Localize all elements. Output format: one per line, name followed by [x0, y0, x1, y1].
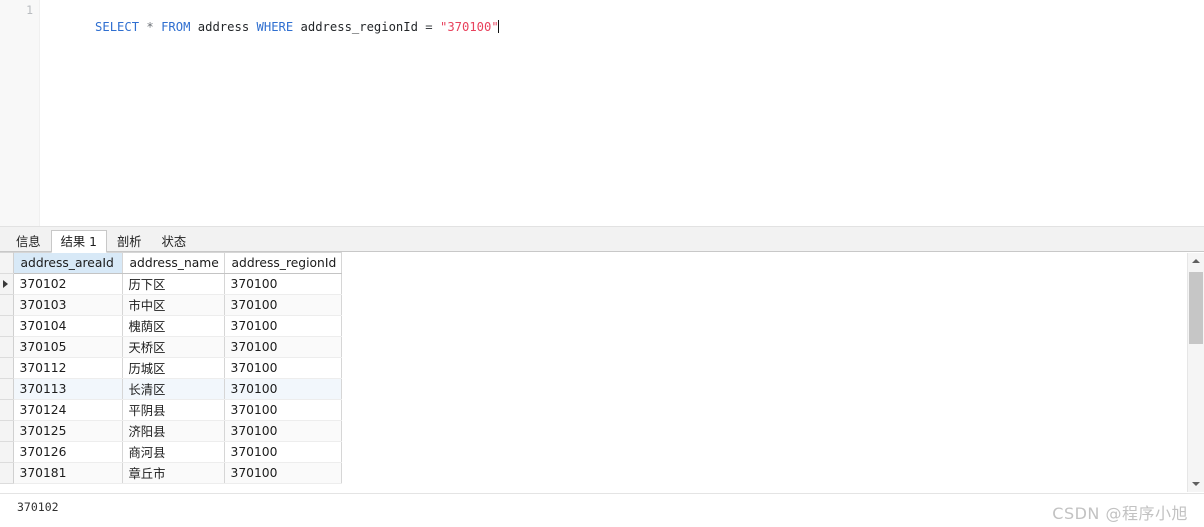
cell-r8-c0[interactable]: 370126	[13, 441, 123, 463]
tab-1-active[interactable]: 结果 1	[50, 230, 107, 253]
sql-code-area[interactable]: SELECT * FROM address WHERE address_regi…	[40, 0, 1204, 226]
cell-r1-c1[interactable]: 市中区	[122, 294, 225, 316]
watermark: CSDN @程序小旭	[1052, 504, 1188, 523]
cell-r8-c1[interactable]: 商河县	[122, 441, 225, 463]
column-header-0[interactable]: address_areaId	[13, 252, 123, 274]
column-header-1[interactable]: address_name	[122, 252, 225, 274]
row-marker-current-icon[interactable]	[0, 273, 14, 295]
cell-r8-c2[interactable]: 370100	[224, 441, 342, 463]
table-row[interactable]: 370126 商河县 370100	[0, 441, 342, 463]
table-row[interactable]: 370104 槐荫区 370100	[0, 315, 342, 337]
sql-editor-pane[interactable]: 1 SELECT * FROM address WHERE address_re…	[0, 0, 1204, 226]
result-tab-bar: 信息 结果 1 剖析 状态	[0, 227, 1204, 253]
cell-r4-c0[interactable]: 370112	[13, 357, 123, 379]
table-row[interactable]: 370181 章丘市 370100	[0, 462, 342, 484]
scrollbar-thumb[interactable]	[1189, 272, 1203, 344]
grid-corner-cell	[0, 252, 14, 274]
cell-r9-c2[interactable]: 370100	[224, 462, 342, 484]
row-marker[interactable]	[0, 378, 14, 400]
cell-r0-c0[interactable]: 370102	[13, 273, 123, 295]
sql-token-keyword-4: FROM	[161, 20, 191, 34]
text-caret	[497, 20, 499, 33]
cell-r6-c2[interactable]: 370100	[224, 399, 342, 421]
cell-r9-c0[interactable]: 370181	[13, 462, 123, 484]
sql-token-identifier-10: address_regionId	[300, 20, 418, 34]
table-row[interactable]: 370124 平阴县 370100	[0, 399, 342, 421]
table-row[interactable]: 370103 市中区 370100	[0, 294, 342, 316]
sql-token-star-2: *	[146, 20, 154, 34]
cell-r5-c0[interactable]: 370113	[13, 378, 123, 400]
cell-r2-c2[interactable]: 370100	[224, 315, 342, 337]
cell-r4-c1[interactable]: 历城区	[122, 357, 225, 379]
sql-token-plain-5	[190, 20, 197, 34]
cell-r6-c1[interactable]: 平阴县	[122, 399, 225, 421]
cell-r3-c2[interactable]: 370100	[224, 336, 342, 358]
sql-token-plain-3	[154, 20, 161, 34]
status-bar: 370102 CSDN @程序小旭	[0, 494, 1204, 527]
cell-r5-c2[interactable]: 370100	[224, 378, 342, 400]
cell-r1-c0[interactable]: 370103	[13, 294, 123, 316]
row-marker[interactable]	[0, 294, 14, 316]
result-tab-strip: 信息 结果 1 剖析 状态	[6, 229, 197, 253]
row-marker[interactable]	[0, 420, 14, 442]
row-marker[interactable]	[0, 336, 14, 358]
cell-r0-c2[interactable]: 370100	[224, 273, 342, 295]
sql-token-identifier-6: address	[197, 20, 250, 34]
chevron-down-icon	[1192, 482, 1200, 486]
sql-token-plain-9	[293, 20, 300, 34]
cell-r7-c0[interactable]: 370125	[13, 420, 123, 442]
chevron-up-icon	[1192, 259, 1200, 263]
cell-r7-c2[interactable]: 370100	[224, 420, 342, 442]
cell-r0-c1[interactable]: 历下区	[122, 273, 225, 295]
table-row[interactable]: 370105 天桥区 370100	[0, 336, 342, 358]
cell-r7-c1[interactable]: 济阳县	[122, 420, 225, 442]
sql-statement-line: SELECT * FROM address WHERE address_regi…	[51, 3, 1204, 51]
table-row[interactable]: 370113 长清区 370100	[0, 378, 342, 400]
result-grid[interactable]: address_areaId address_name address_region…	[0, 252, 342, 484]
table-row[interactable]: 370125 济阳县 370100	[0, 420, 342, 442]
sql-token-keyword-8: WHERE	[256, 20, 294, 34]
scroll-down-button[interactable]	[1188, 475, 1204, 492]
tab-2[interactable]: 剖析	[107, 231, 152, 252]
row-marker[interactable]	[0, 357, 14, 379]
grid-header-row: address_areaId address_name address_region…	[0, 252, 342, 274]
scroll-up-button[interactable]	[1188, 253, 1204, 270]
row-marker[interactable]	[0, 399, 14, 421]
grid-vertical-scrollbar[interactable]	[1187, 253, 1204, 492]
table-row[interactable]: 370102 历下区 370100	[0, 273, 342, 295]
result-grid-pane[interactable]: address_areaId address_name address_region…	[0, 252, 1204, 492]
grid-body: 370102 历下区 370100 370103 市中区 370100 370104 槐荫区 3…	[0, 273, 342, 484]
editor-line-number-gutter: 1	[0, 0, 40, 226]
cell-r6-c0[interactable]: 370124	[13, 399, 123, 421]
cell-r2-c0[interactable]: 370104	[13, 315, 123, 337]
row-marker[interactable]	[0, 441, 14, 463]
table-row[interactable]: 370112 历城区 370100	[0, 357, 342, 379]
row-marker[interactable]	[0, 315, 14, 337]
cell-r9-c1[interactable]: 章丘市	[122, 462, 225, 484]
sql-tokens: SELECT * FROM address WHERE address_regi…	[95, 20, 499, 34]
cell-r1-c2[interactable]: 370100	[224, 294, 342, 316]
sql-token-plain-13	[433, 20, 440, 34]
cell-r5-c1[interactable]: 长清区	[122, 378, 225, 400]
sql-token-keyword-0: SELECT	[95, 20, 140, 34]
tab-0[interactable]: 信息	[6, 231, 51, 252]
sql-token-plain-7	[249, 20, 256, 34]
cell-r2-c1[interactable]: 槐荫区	[122, 315, 225, 337]
cell-r3-c0[interactable]: 370105	[13, 336, 123, 358]
status-value: 370102	[17, 500, 59, 514]
line-number: 1	[26, 3, 33, 17]
cell-r4-c2[interactable]: 370100	[224, 357, 342, 379]
cell-r3-c1[interactable]: 天桥区	[122, 336, 225, 358]
row-marker[interactable]	[0, 462, 14, 484]
sql-token-string-14: "370100"	[439, 20, 499, 34]
sql-token-operator-12: =	[425, 20, 433, 34]
column-header-2[interactable]: address_regionId	[224, 252, 342, 274]
grid-header: address_areaId address_name address_region…	[0, 252, 342, 274]
tab-3[interactable]: 状态	[152, 231, 197, 252]
